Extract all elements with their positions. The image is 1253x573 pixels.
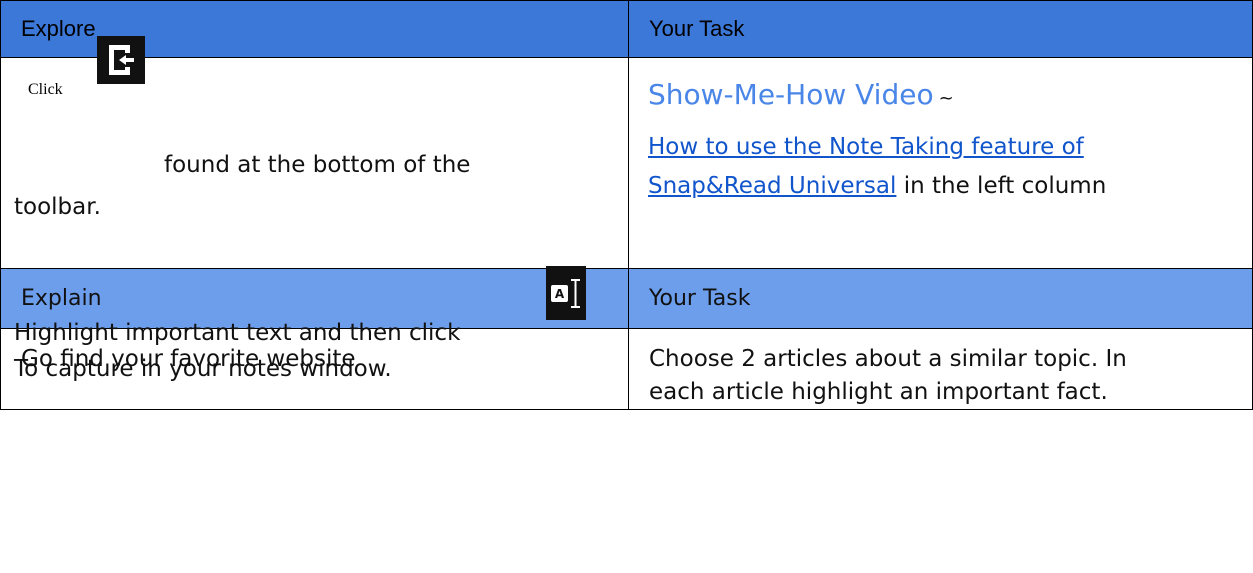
header-your-task-2: Your Task bbox=[628, 268, 1253, 329]
tilde: ~ bbox=[938, 88, 954, 109]
toolbar-text: toolbar. bbox=[14, 194, 101, 220]
task-line-1: Choose 2 articles about a similar topic.… bbox=[649, 346, 1127, 372]
note-taking-video-link[interactable]: How to use the Note Taking feature of bbox=[648, 134, 1084, 160]
header-your-task: Your Task bbox=[628, 0, 1253, 58]
video-title: Show-Me-How Video bbox=[648, 78, 934, 111]
video-link-line-1: How to use the Note Taking feature of bbox=[648, 134, 1084, 160]
capture-instruction: To capture in your notes window. bbox=[14, 356, 392, 382]
svg-text:A: A bbox=[555, 287, 565, 301]
found-text: found at the bottom of the bbox=[164, 152, 471, 178]
lesson-table: Explore Your Task Explain Your Task Go f… bbox=[0, 0, 1253, 410]
video-link-line-2: Snap&Read Universal in the left column bbox=[648, 173, 1106, 199]
click-label: Click bbox=[28, 81, 63, 98]
header-row-explore: Explore Your Task bbox=[0, 0, 1253, 58]
video-heading: Show-Me-How Video ~ bbox=[648, 78, 954, 111]
click-instruction: Click bbox=[28, 75, 63, 105]
text-capture-icon: A bbox=[546, 266, 586, 320]
task-cell: Choose 2 articles about a similar topic.… bbox=[628, 328, 1253, 410]
highlight-instruction: Highlight important text and then click bbox=[14, 320, 461, 346]
task-line-2: each article highlight an important fact… bbox=[649, 379, 1108, 405]
header-explore: Explore bbox=[0, 0, 629, 58]
exit-toolbar-icon bbox=[97, 36, 145, 84]
left-column-text: in the left column bbox=[896, 173, 1107, 199]
snap-read-link[interactable]: Snap&Read Universal bbox=[648, 173, 896, 199]
